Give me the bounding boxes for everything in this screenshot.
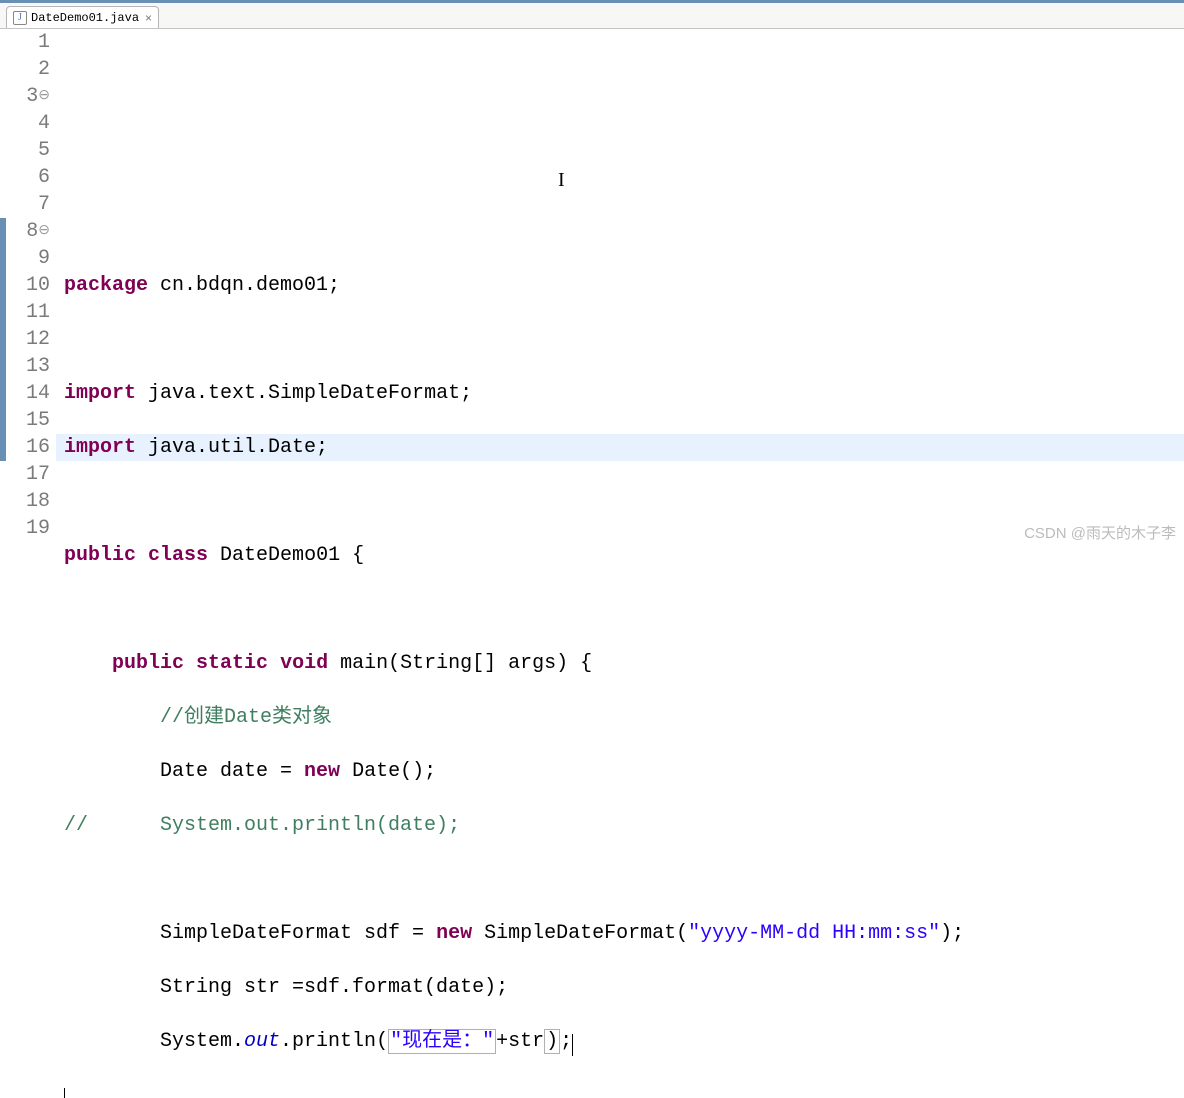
line-number: 2 <box>16 56 50 83</box>
line-number: 1 <box>16 29 50 56</box>
code-line: // System.out.println(date); <box>64 812 1184 839</box>
tab-filename: DateDemo01.java <box>31 11 139 25</box>
line-number: 12 <box>16 326 50 353</box>
line-number: 19 <box>16 515 50 542</box>
tab-bar: J DateDemo01.java × <box>0 3 1184 29</box>
code-line <box>64 488 1184 515</box>
code-line: Date date = new Date(); <box>64 758 1184 785</box>
code-line: SimpleDateFormat sdf = new SimpleDateFor… <box>64 920 1184 947</box>
line-number: 4 <box>16 110 50 137</box>
line-number: 15 <box>16 407 50 434</box>
caret <box>572 1034 573 1056</box>
line-number-gutter: 1 2 3⊖ 4 5 6 7 8⊖ 9 10 11 12 13 14 15 16… <box>16 29 56 1098</box>
line-number: 14 <box>16 380 50 407</box>
java-file-icon: J <box>13 11 27 25</box>
editor-area[interactable]: 1 2 3⊖ 4 5 6 7 8⊖ 9 10 11 12 13 14 15 16… <box>0 29 1184 1098</box>
line-number: 17 <box>16 461 50 488</box>
code-area[interactable]: I package cn.bdqn.demo01; import java.te… <box>56 29 1184 1098</box>
line-number: 6 <box>16 164 50 191</box>
code-line <box>64 866 1184 893</box>
line-number: 11 <box>16 299 50 326</box>
line-number: 5 <box>16 137 50 164</box>
line-number: 3⊖ <box>16 83 50 110</box>
line-number: 8⊖ <box>16 218 50 245</box>
code-line: import java.util.Date; <box>64 434 1184 461</box>
line-number: 18 <box>16 488 50 515</box>
fold-toggle-icon[interactable]: ⊖ <box>38 88 50 104</box>
code-line: String str =sdf.format(date); <box>64 974 1184 1001</box>
text-cursor-icon: I <box>558 167 565 194</box>
line-number: 7 <box>16 191 50 218</box>
code-line: System.out.println("现在是："+str); <box>64 1028 1184 1055</box>
file-tab[interactable]: J DateDemo01.java × <box>6 6 159 28</box>
code-line: public static void main(String[] args) { <box>64 650 1184 677</box>
caret-line16 <box>64 1088 65 1098</box>
line-number: 16 <box>16 434 50 461</box>
marker-bar <box>0 29 16 1098</box>
line-number: 13 <box>16 353 50 380</box>
code-line <box>64 596 1184 623</box>
line-number: 9 <box>16 245 50 272</box>
code-line <box>64 326 1184 353</box>
code-line: package cn.bdqn.demo01; <box>64 272 1184 299</box>
close-icon[interactable]: × <box>145 11 152 25</box>
watermark-text: CSDN @雨天的木子李 <box>1024 522 1176 543</box>
code-line <box>64 1082 1184 1098</box>
fold-toggle-icon[interactable]: ⊖ <box>38 223 50 239</box>
code-line: //创建Date类对象 <box>64 704 1184 731</box>
editor-window: J DateDemo01.java × 1 2 3⊖ 4 5 6 7 8⊖ 9 … <box>0 0 1184 549</box>
change-marker <box>0 218 6 461</box>
line-number: 10 <box>16 272 50 299</box>
code-line: import java.text.SimpleDateFormat; <box>64 380 1184 407</box>
code-line: public class DateDemo01 { <box>64 542 1184 569</box>
